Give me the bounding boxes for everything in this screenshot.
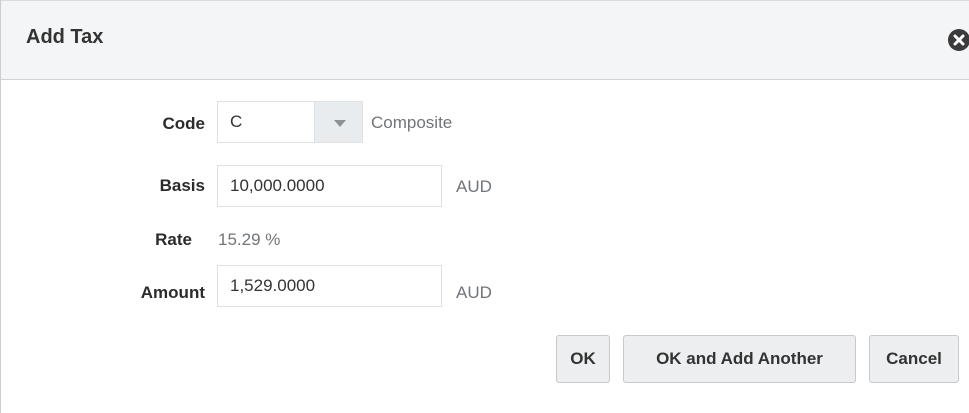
ok-and-add-another-button[interactable]: OK and Add Another [623,335,856,383]
close-button[interactable] [948,29,969,51]
chevron-down-icon [334,120,346,127]
ok-button[interactable]: OK [556,335,610,383]
code-dropdown-button[interactable] [314,101,363,143]
amount-currency: AUD [456,283,492,302]
dialog-header: Add Tax [1,0,969,80]
basis-currency: AUD [456,177,492,196]
dialog-title: Add Tax [26,26,104,48]
rate-value: 15.29 % [218,230,281,249]
amount-input[interactable]: 1,529.0000 [217,265,442,307]
code-select[interactable]: C [217,101,315,143]
basis-input[interactable]: 10,000.0000 [217,165,442,207]
amount-label: Amount [140,283,205,302]
close-icon [953,34,965,46]
code-description: Composite [371,113,453,132]
rate-label: Rate [155,230,192,249]
cancel-button[interactable]: Cancel [869,335,959,383]
add-tax-dialog: Add Tax Code C Composite Basis 10,000.00… [0,0,969,413]
code-label: Code [162,114,206,133]
basis-label: Basis [159,176,205,195]
